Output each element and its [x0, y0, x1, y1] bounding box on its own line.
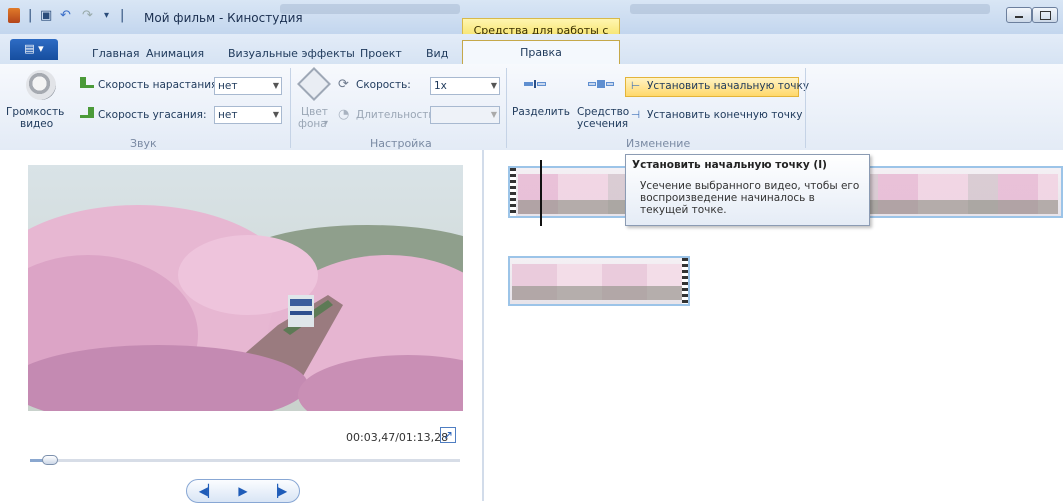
video-clip[interactable]: [508, 256, 690, 306]
window-title: Мой фильм - Киностудия: [144, 11, 303, 25]
chevron-down-icon: ▼: [272, 81, 279, 90]
group-label-edit: Изменение: [626, 137, 691, 150]
trim-tool-button[interactable]: усечения: [577, 118, 628, 130]
tooltip-body: Усечение выбранного видео, чтобы его вос…: [640, 180, 860, 216]
separator: [506, 68, 507, 148]
video-preview[interactable]: [28, 165, 463, 411]
video-volume-label[interactable]: видео: [20, 118, 53, 130]
fade-out-label: Скорость угасания:: [98, 109, 207, 121]
tooltip-title: Установить начальную точку (I): [632, 159, 827, 171]
save-icon[interactable]: ▣: [40, 8, 52, 24]
group-label-adjust: Настройка: [370, 137, 432, 150]
fullscreen-button[interactable]: ↗: [440, 427, 456, 443]
tab-edit[interactable]: Правка: [462, 40, 620, 65]
volume-icon[interactable]: [26, 70, 56, 100]
maximize-button[interactable]: [1032, 7, 1058, 23]
minimize-button[interactable]: [1006, 7, 1032, 23]
set-end-point-button[interactable]: Установить конечную точку: [647, 109, 803, 121]
trim-tool-icon[interactable]: [588, 80, 614, 88]
maximize-icon: [1040, 11, 1051, 20]
split-icon[interactable]: [524, 80, 546, 88]
speed-select[interactable]: 1x ▼: [430, 77, 500, 95]
previous-frame-button[interactable]: ◀▏: [193, 482, 223, 500]
fade-out-select[interactable]: нет ▼: [214, 106, 282, 124]
undo-icon[interactable]: ↶: [60, 8, 71, 24]
clip-thumbnails: [512, 286, 682, 300]
film-strip-edge: [510, 168, 516, 216]
tab-animation[interactable]: Анимация: [146, 47, 204, 60]
seek-bar[interactable]: [30, 459, 460, 462]
separator: |: [120, 8, 125, 23]
separator: [805, 68, 806, 148]
expand-icon: ↗: [442, 428, 454, 442]
minimize-icon: [1015, 16, 1023, 18]
seek-thumb[interactable]: [42, 455, 58, 465]
set-start-point-label: Установить начальную точку: [647, 80, 810, 92]
fade-out-icon: [80, 107, 94, 118]
playhead[interactable]: [540, 160, 542, 226]
set-end-point-icon: ⊣: [631, 109, 641, 121]
tab-view[interactable]: Вид: [426, 47, 448, 60]
fade-in-icon: [80, 77, 94, 88]
duration-select[interactable]: ▼: [430, 106, 500, 124]
play-button[interactable]: ▶: [228, 482, 258, 500]
next-frame-button[interactable]: ▕▶: [263, 482, 293, 500]
redo-icon[interactable]: ↷: [82, 8, 93, 24]
fade-in-label: Скорость нарастания:: [98, 79, 221, 91]
chevron-down-icon: ▾: [324, 118, 329, 127]
tab-home[interactable]: Главная: [92, 47, 140, 60]
file-menu-button[interactable]: ▤ ▾: [10, 39, 58, 60]
fade-in-select[interactable]: нет ▼: [214, 77, 282, 95]
speed-label: Скорость:: [356, 79, 411, 91]
duration-label: Длительность:: [356, 109, 439, 121]
blurred-background: [280, 4, 460, 14]
set-start-point-icon: ⊢: [631, 80, 641, 92]
chevron-down-icon: ▼: [490, 81, 497, 90]
speed-icon: ⟳: [338, 77, 349, 92]
video-frame-image: [28, 165, 463, 411]
background-color-label[interactable]: фона: [298, 118, 327, 130]
video-volume-label[interactable]: Громкость: [6, 106, 64, 118]
customize-quick-access-icon[interactable]: ▾: [104, 10, 109, 26]
play-icon: ▶: [238, 484, 248, 498]
blurred-background: [630, 4, 990, 14]
tab-visual-effects[interactable]: Визуальные эффекты: [228, 47, 355, 60]
split-button[interactable]: Разделить: [512, 106, 570, 118]
chevron-down-icon: ▼: [490, 110, 497, 119]
file-menu-icon: ▤ ▾: [24, 42, 44, 55]
group-label-sound: Звук: [130, 137, 157, 150]
chevron-down-icon: ▼: [272, 110, 279, 119]
separator: [290, 68, 291, 148]
film-strip-edge: [682, 258, 688, 304]
separator: |: [28, 8, 33, 23]
tab-project[interactable]: Проект: [360, 47, 402, 60]
time-readout: 00:03,47/01:13,28: [346, 431, 449, 444]
duration-icon: ◔: [338, 107, 350, 122]
next-frame-icon: ▕▶: [268, 484, 288, 498]
previous-frame-icon: ◀▏: [198, 484, 218, 498]
background-color-label[interactable]: Цвет: [301, 106, 328, 118]
app-icon: [8, 8, 20, 23]
trim-tool-button[interactable]: Средство: [577, 106, 629, 118]
